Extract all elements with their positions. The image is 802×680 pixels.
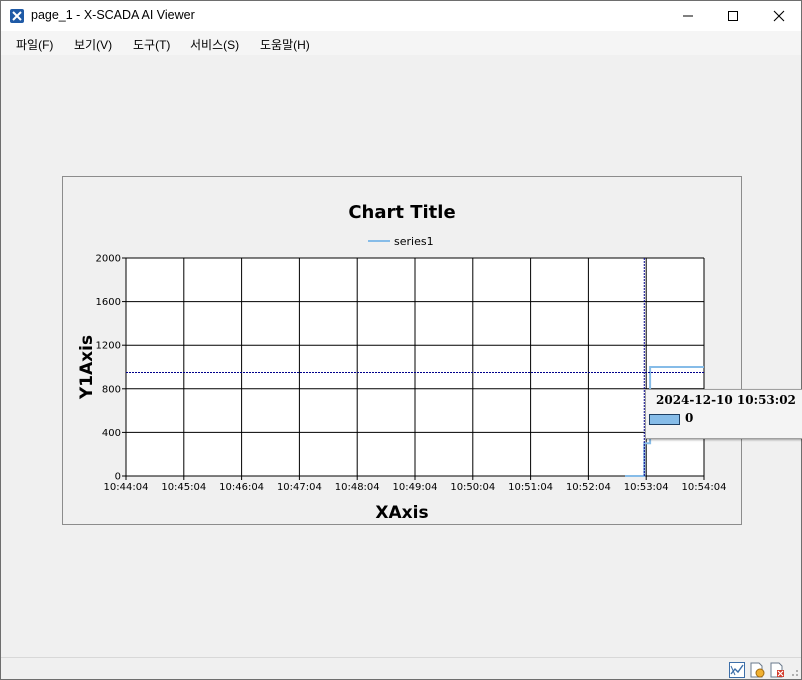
- y-tick-label: 2000: [96, 254, 121, 265]
- close-document-icon[interactable]: [769, 662, 785, 678]
- y-tick-label: 800: [102, 384, 121, 395]
- status-bar: [1, 657, 801, 679]
- title-bar[interactable]: page_1 - X-SCADA AI Viewer: [1, 1, 801, 31]
- menu-tools[interactable]: 도구(T): [133, 36, 170, 53]
- legend-label: series1: [394, 235, 434, 248]
- chart-panel[interactable]: Chart Title series1 10:44:04 10:45:04 10:46:…: [62, 176, 742, 525]
- maximize-button[interactable]: [710, 1, 756, 31]
- y-tick-label: 0: [115, 472, 121, 483]
- tooltip-value: 0: [685, 411, 694, 425]
- minimize-icon: [683, 15, 693, 17]
- x-tick-label: 10:47:04: [277, 482, 322, 493]
- tooltip-timestamp: 2024-12-10 10:53:02: [656, 393, 796, 407]
- y-tick-label: 400: [102, 428, 121, 439]
- x-tick-label: 10:53:04: [624, 482, 669, 493]
- window-title: page_1 - X-SCADA AI Viewer: [31, 8, 195, 22]
- document-icon[interactable]: [749, 662, 765, 678]
- x-axis-title: XAxis: [375, 503, 428, 523]
- y-axis-title: Y1Axis: [77, 335, 97, 400]
- menu-help[interactable]: 도움말(H): [260, 36, 310, 53]
- close-icon: [773, 10, 785, 22]
- x-tick-label: 10:50:04: [450, 482, 495, 493]
- x-tick-label: 10:54:04: [682, 482, 727, 493]
- menu-services[interactable]: 서비스(S): [190, 36, 239, 53]
- minimize-button[interactable]: [665, 1, 711, 31]
- x-tick-label: 10:49:04: [393, 482, 438, 493]
- y-tick-label: 1200: [96, 341, 121, 352]
- menu-file[interactable]: 파일(F): [16, 36, 53, 53]
- xscada-logo-icon: [10, 9, 24, 23]
- x-tick-label: 10:44:04: [104, 482, 149, 493]
- chart-title: Chart Title: [348, 202, 455, 223]
- menu-bar: 파일(F) 보기(V) 도구(T) 서비스(S) 도움말(H): [1, 31, 801, 55]
- resize-grip-icon[interactable]: [789, 667, 799, 677]
- menu-view[interactable]: 보기(V): [74, 36, 112, 53]
- x-tick-label: 10:45:04: [161, 482, 206, 493]
- x-tick-label: 10:52:04: [566, 482, 611, 493]
- chart-icon[interactable]: [729, 662, 745, 678]
- app-window: page_1 - X-SCADA AI Viewer 파일(F) 보기(V) 도…: [0, 0, 802, 680]
- close-button[interactable]: [756, 1, 802, 31]
- line-chart: Chart Title series1 10:44:04 10:45:04 10:46:…: [77, 202, 727, 523]
- y-tick-label: 1600: [96, 297, 121, 308]
- x-tick-label: 10:51:04: [508, 482, 553, 493]
- chart-tooltip: 2024-12-10 10:53:02 0: [645, 389, 802, 439]
- tooltip-series-swatch: [649, 414, 680, 425]
- x-tick-label: 10:46:04: [219, 482, 264, 493]
- maximize-icon: [728, 11, 738, 21]
- x-tick-label: 10:48:04: [335, 482, 380, 493]
